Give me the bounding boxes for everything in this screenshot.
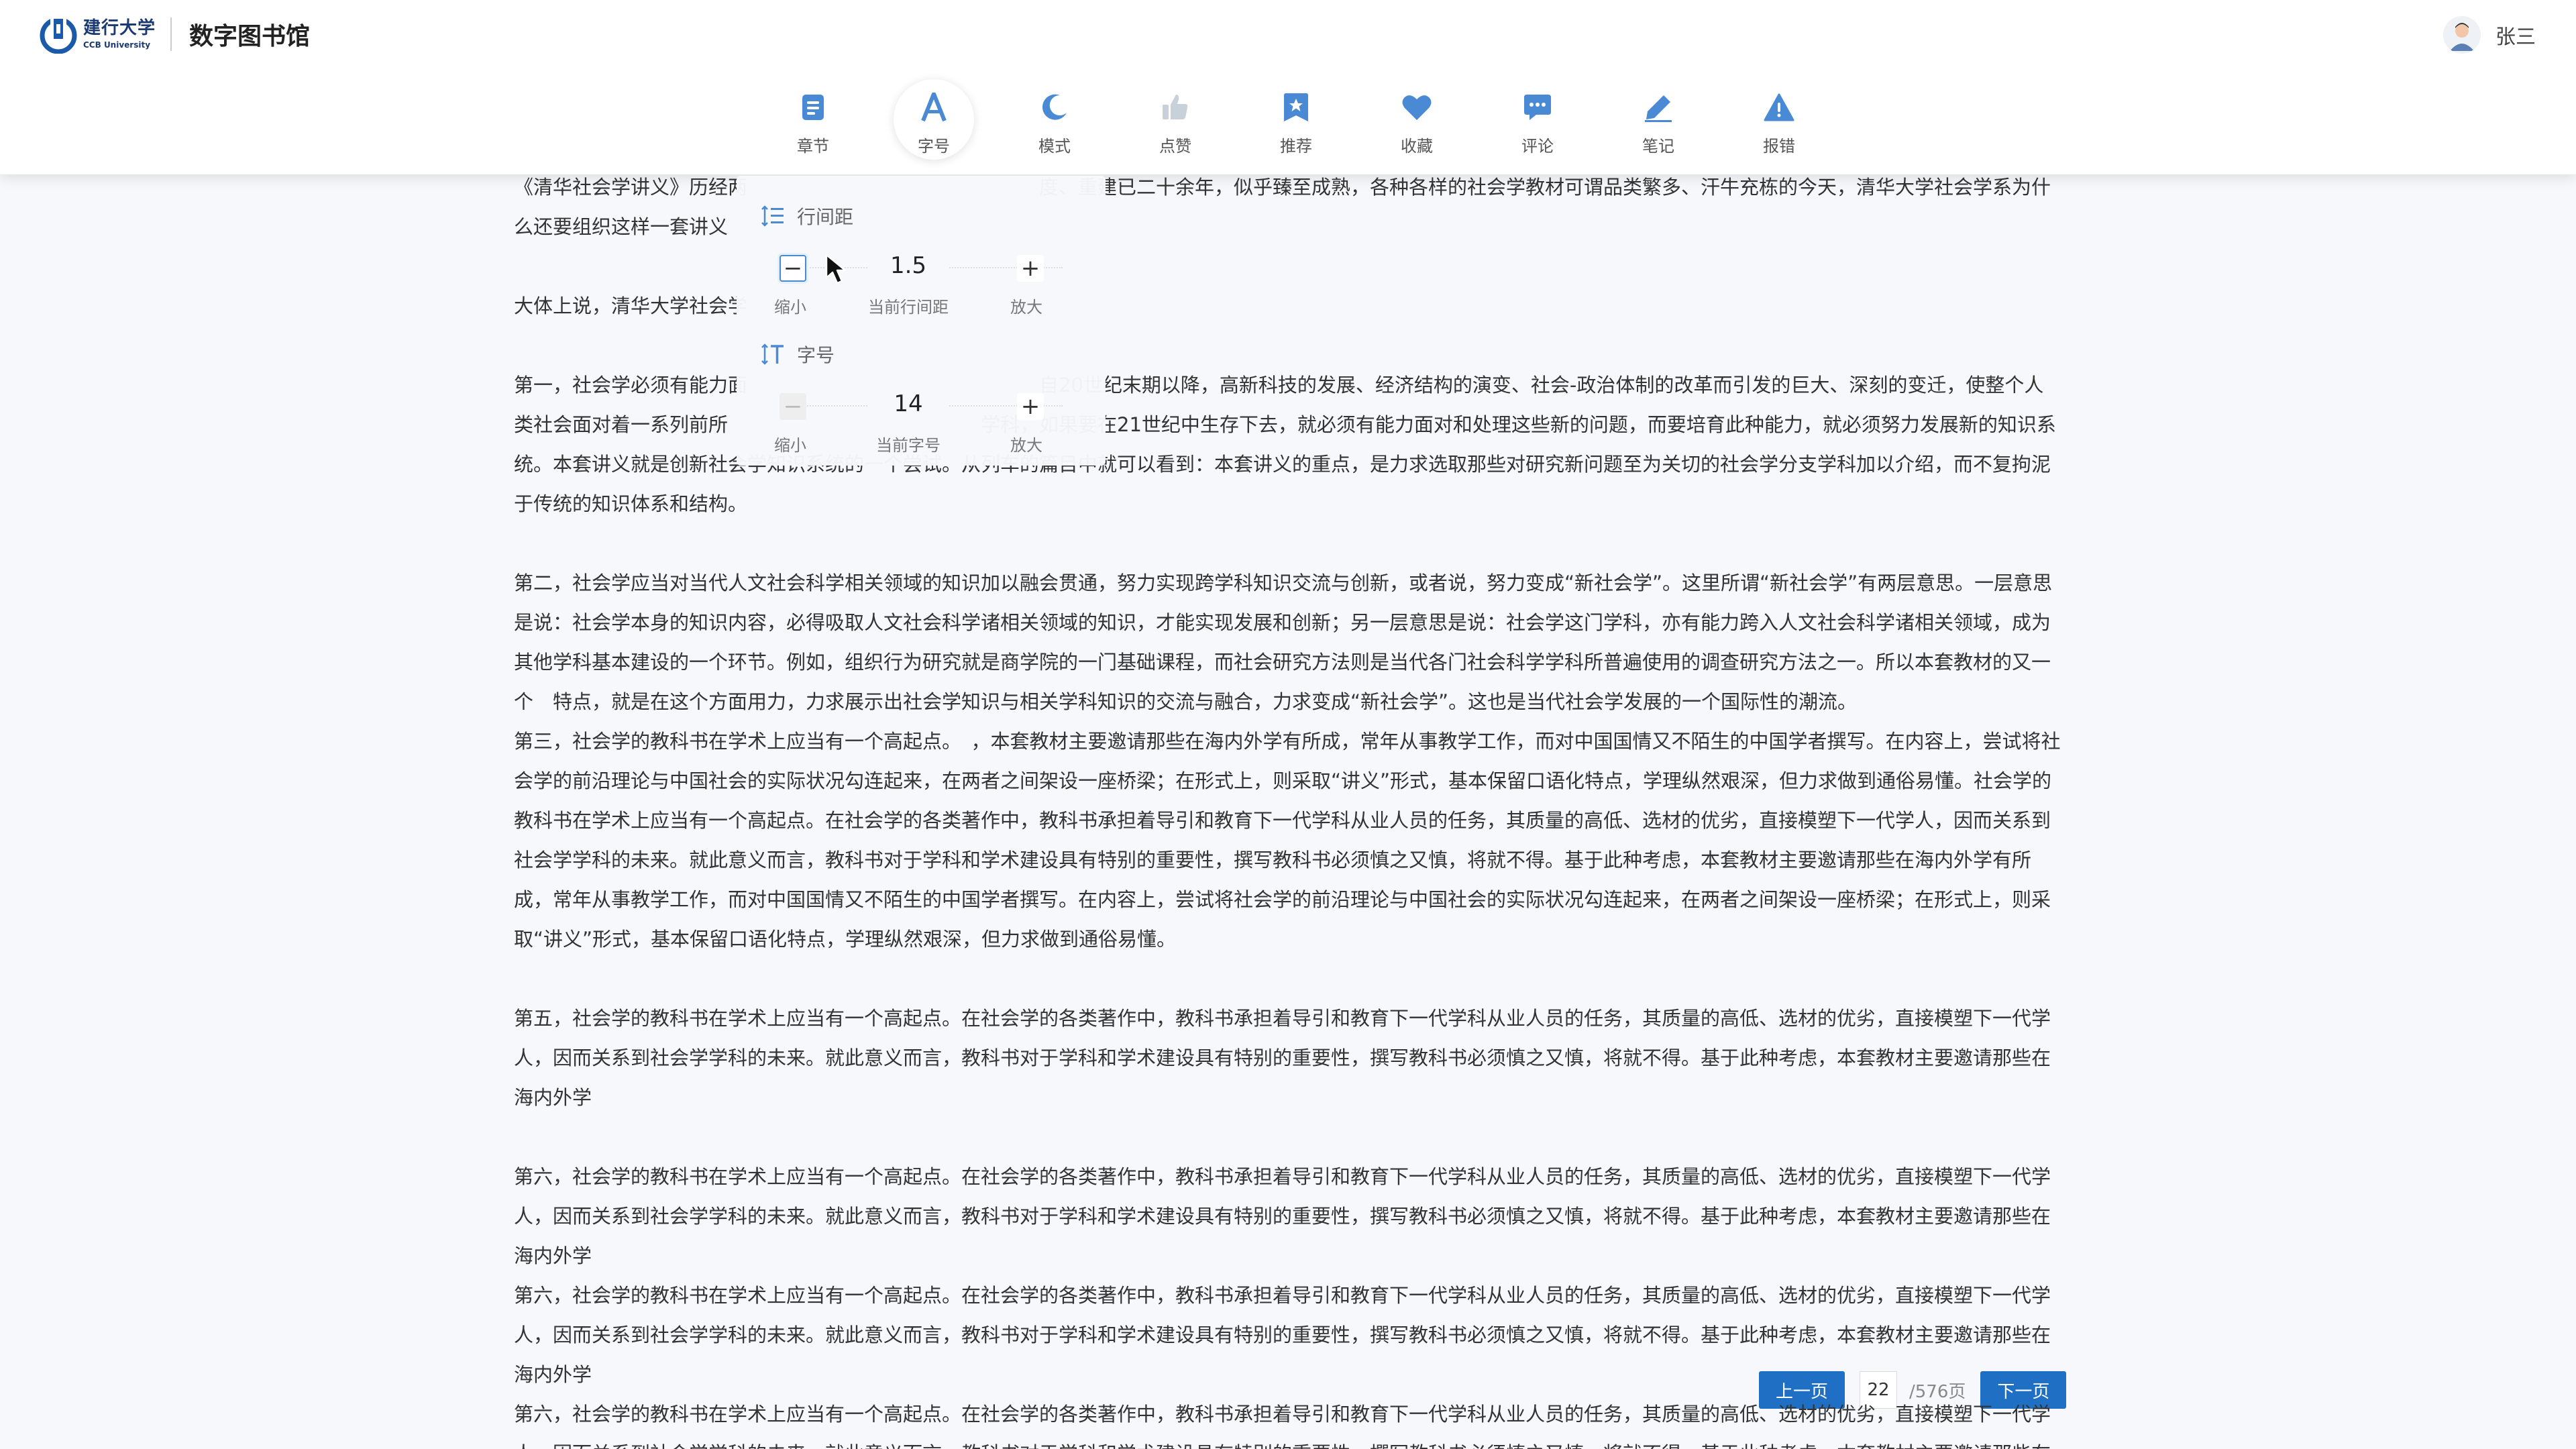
avatar[interactable] <box>2443 16 2481 54</box>
pencil-icon <box>1638 87 1678 127</box>
font-size-plus-label: 放大 <box>1010 436 1042 455</box>
tool-font-size[interactable]: 字号 <box>873 79 994 168</box>
tool-chapter-label: 章节 <box>797 137 829 156</box>
minus-icon: − <box>783 255 803 282</box>
moon-icon <box>1034 87 1075 127</box>
thumbs-up-icon <box>1155 87 1195 127</box>
font-size-control: − 14 + <box>761 382 1083 423</box>
mouse-cursor-icon <box>825 254 847 284</box>
logo[interactable]: 建行大学 CCB University 数字图书馆 <box>39 15 310 54</box>
line-spacing-section: 行间距 − 1.5 + 缩小 当前行间距 放大 <box>761 203 1083 337</box>
tool-report-error-label: 报错 <box>1763 137 1795 156</box>
line-spacing-title: 行间距 <box>797 206 854 228</box>
font-size-labels: 缩小 当前字号 放大 <box>761 432 1083 455</box>
reader-toolbar: 章节 字号 模式 点赞 推荐 收藏 评论 笔记 报错 <box>753 79 1839 168</box>
line-spacing-value: 1.5 <box>868 252 949 279</box>
font-size-increase-button[interactable]: + <box>1017 393 1044 420</box>
line-spacing-increase-button[interactable]: + <box>1017 255 1044 282</box>
paragraph: 第五，社会学的教科书在学术上应当有一个高起点。在社会学的各类著作中，教科书承担着… <box>514 1007 2051 1109</box>
tool-note[interactable]: 笔记 <box>1598 79 1719 168</box>
tool-font-size-label: 字号 <box>918 137 950 156</box>
logo-en-text: CCB University <box>83 40 151 50</box>
top-header: 建行大学 CCB University 数字图书馆 张三 章节 字号 模式 点赞… <box>0 0 2576 174</box>
tool-report-error[interactable]: 报错 <box>1719 79 1839 168</box>
recommend-icon <box>1276 87 1316 127</box>
font-size-minus-label: 缩小 <box>774 436 806 455</box>
line-spacing-minus-label: 缩小 <box>774 298 806 317</box>
font-settings-popover: 行间距 − 1.5 + 缩小 当前行间距 放大 字号 − 14 + 缩小 当前字… <box>737 176 1106 466</box>
font-size-section: 字号 − 14 + 缩小 当前字号 放大 <box>761 341 1083 475</box>
logo-text: 建行大学 CCB University <box>83 19 156 49</box>
paragraph: 第二，社会学应当对当代人文社会科学相关领域的知识加以融会贯通，努力实现跨学科知识… <box>514 572 2053 713</box>
ccb-logo-icon <box>40 16 77 54</box>
text-size-icon <box>761 343 784 365</box>
plus-icon: + <box>1020 393 1040 420</box>
tool-recommend-label: 推荐 <box>1280 137 1312 156</box>
minus-icon: − <box>783 393 803 420</box>
line-spacing-labels: 缩小 当前行间距 放大 <box>761 294 1083 317</box>
chapter-icon <box>793 87 833 127</box>
font-size-decrease-button[interactable]: − <box>780 393 806 420</box>
paragraph: 第六，社会学的教科书在学术上应当有一个高起点。在社会学的各类著作中，教科书承担着… <box>514 1403 2051 1449</box>
paragraph: 第三，社会学的教科书在学术上应当有一个高起点。 ，本套教材主要邀请那些在海内外学… <box>514 730 2061 951</box>
tool-comment-label: 评论 <box>1521 137 1554 156</box>
site-title: 数字图书馆 <box>189 23 311 50</box>
logo-cn-text: 建行大学 <box>83 18 156 38</box>
tool-recommend[interactable]: 推荐 <box>1236 79 1356 168</box>
line-spacing-current-label: 当前行间距 <box>868 298 949 317</box>
font-size-header: 字号 <box>761 341 1083 368</box>
line-spacing-control: − 1.5 + <box>761 244 1083 284</box>
line-spacing-plus-label: 放大 <box>1010 298 1042 317</box>
paragraph: 第六，社会学的教科书在学术上应当有一个高起点。在社会学的各类著作中，教科书承担着… <box>514 1284 2051 1386</box>
heart-icon <box>1397 87 1437 127</box>
tool-chapter[interactable]: 章节 <box>753 79 873 168</box>
font-size-value: 14 <box>868 390 949 417</box>
plus-icon: + <box>1020 255 1040 282</box>
font-size-icon <box>914 87 954 127</box>
tool-favorite-label: 收藏 <box>1401 137 1433 156</box>
paragraph: 第六，社会学的教科书在学术上应当有一个高起点。在社会学的各类著作中，教科书承担着… <box>514 1165 2051 1267</box>
warning-icon <box>1759 87 1799 127</box>
tool-mode-label: 模式 <box>1038 137 1071 156</box>
tool-like[interactable]: 点赞 <box>1115 79 1236 168</box>
line-spacing-icon <box>761 205 784 227</box>
font-size-title: 字号 <box>797 344 835 366</box>
comment-icon <box>1517 87 1558 127</box>
user-avatar-icon <box>2443 16 2481 54</box>
font-size-current-label: 当前字号 <box>876 436 941 455</box>
user-name: 张三 <box>2496 25 2536 49</box>
tool-favorite[interactable]: 收藏 <box>1356 79 1477 168</box>
tool-note-label: 笔记 <box>1642 137 1674 156</box>
tool-mode[interactable]: 模式 <box>994 79 1115 168</box>
logo-divider <box>170 17 172 51</box>
line-spacing-header: 行间距 <box>761 203 1083 229</box>
user-menu[interactable]: 张三 <box>2443 16 2536 54</box>
tool-like-label: 点赞 <box>1159 137 1191 156</box>
tool-comment[interactable]: 评论 <box>1477 79 1598 168</box>
line-spacing-decrease-button[interactable]: − <box>780 255 806 282</box>
